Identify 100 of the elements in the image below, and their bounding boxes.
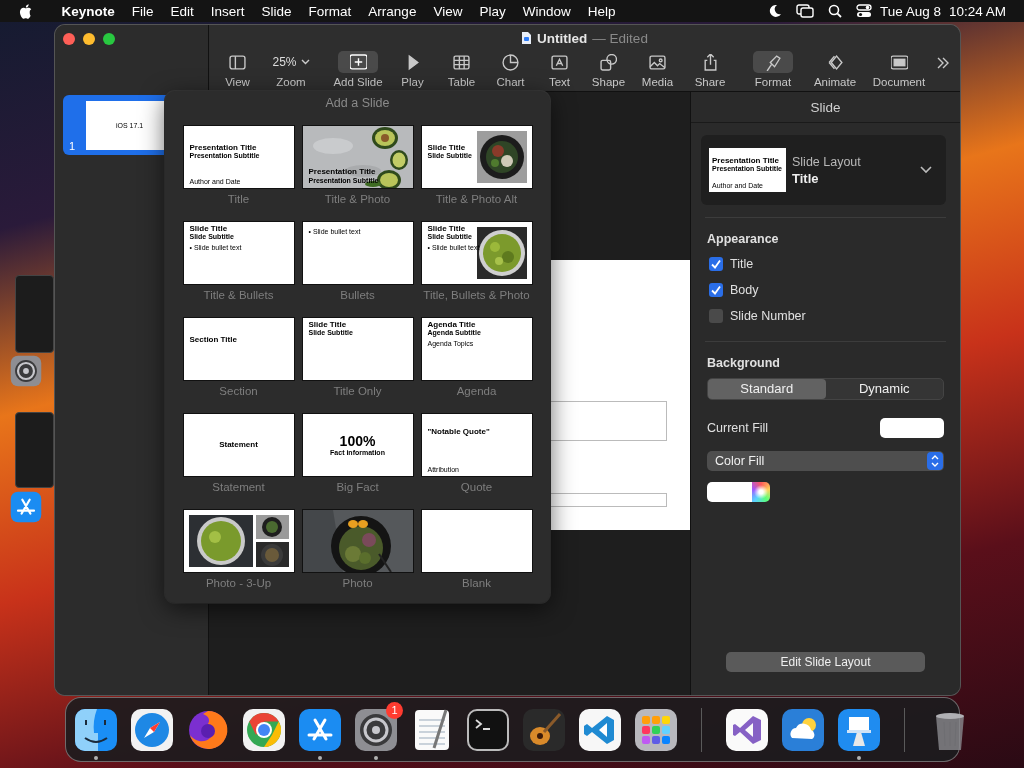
zoom-button[interactable] <box>103 33 115 45</box>
toolbar-button[interactable]: View <box>213 51 262 88</box>
thumbnail-text: "Notable Quote" <box>427 428 490 437</box>
color-well[interactable] <box>707 482 752 502</box>
face-icon[interactable] <box>74 707 118 752</box>
toolbar-button[interactable]: Add Slide <box>328 51 388 88</box>
document-status: — Edited <box>592 30 648 46</box>
toolbar-button[interactable]: Format <box>742 51 804 88</box>
shapes-icon <box>600 53 617 71</box>
thumbnail-text: Slide Title <box>427 225 466 234</box>
add-slide-icon <box>349 53 367 71</box>
settings-icon[interactable] <box>354 707 398 752</box>
cloud-sun-icon[interactable] <box>781 707 825 752</box>
notification-badge: 1 <box>386 701 403 719</box>
zoom-dropdown[interactable]: 25% <box>267 51 315 73</box>
paintbrush-icon <box>764 53 782 71</box>
edit-slide-layout-button[interactable]: Edit Slide Layout <box>726 652 925 672</box>
chevron-down-icon <box>920 166 932 174</box>
section-heading: Background <box>707 356 781 370</box>
moon-icon[interactable] <box>767 4 782 18</box>
app-menu[interactable]: Keynote <box>53 3 124 19</box>
layout-label: Big Fact <box>335 481 380 494</box>
menu-item[interactable]: View <box>424 3 471 19</box>
checkbox[interactable] <box>709 309 723 323</box>
toolbar-button[interactable]: Animate <box>804 51 866 88</box>
checkbox[interactable] <box>709 283 723 297</box>
window-thumbnail[interactable] <box>15 412 54 488</box>
code-editor-icon[interactable] <box>578 707 622 752</box>
toolbar-button[interactable]: Document <box>866 51 932 88</box>
toolbar-button[interactable]: Shape <box>584 51 633 88</box>
thumbnail-text: Statement <box>219 440 258 450</box>
toolbar-button[interactable]: Play <box>388 51 437 88</box>
color-wheel-icon[interactable] <box>752 482 770 502</box>
minimize-button[interactable] <box>83 33 95 45</box>
thumbnail-text: Presentation Title <box>712 157 779 166</box>
layout-thumbnail[interactable]: Section Title <box>183 318 294 380</box>
fill-swatch[interactable] <box>880 418 944 438</box>
segment-tab[interactable]: Standard <box>708 379 826 399</box>
close-button[interactable] <box>63 33 75 45</box>
toolbar-button[interactable]: Chart <box>486 51 535 88</box>
toolbar-button[interactable]: Media <box>633 51 682 88</box>
apple-logo-icon[interactable] <box>19 3 32 19</box>
menu-bar-time[interactable]: 10:24 AM <box>948 3 1006 19</box>
menu-bar-date[interactable]: Tue Aug 8 <box>879 3 941 19</box>
app-grid-icon[interactable] <box>634 707 678 752</box>
screen-mirroring-icon[interactable] <box>795 4 814 18</box>
document-icon <box>890 53 908 71</box>
menu-item[interactable]: Window <box>514 3 580 19</box>
window-title: Untitled <box>537 30 588 46</box>
layout-label: Statement <box>211 481 266 494</box>
menu-item[interactable]: File <box>123 3 163 19</box>
layout-thumbnail[interactable] <box>421 510 532 572</box>
more-chevrons-icon[interactable] <box>936 56 950 70</box>
settings-icon[interactable] <box>10 355 42 387</box>
menu-item[interactable]: Play <box>470 3 515 19</box>
compass-icon[interactable] <box>130 707 174 752</box>
document-icon <box>521 31 533 45</box>
menu-item[interactable]: Insert <box>202 3 254 19</box>
layout-name: Title <box>792 170 820 186</box>
menu-item[interactable]: Help <box>579 3 624 19</box>
checkbox-label: Slide Number <box>730 309 806 323</box>
share-icon <box>701 53 719 71</box>
window-thumbnail[interactable] <box>15 275 54 353</box>
segment-tab[interactable]: Dynamic <box>825 379 943 399</box>
podium-icon[interactable] <box>837 707 881 752</box>
thumbnail-text: Section Title <box>189 336 237 345</box>
menu-item[interactable]: Edit <box>162 3 203 19</box>
layout-thumbnail[interactable]: Statement <box>183 414 294 476</box>
caret-icon <box>300 59 310 65</box>
toolbar-button[interactable]: Share <box>682 51 738 88</box>
search-icon[interactable] <box>827 4 842 18</box>
toolbar-button[interactable]: Text <box>535 51 584 88</box>
popover-title: Add a Slide <box>325 96 390 110</box>
fill-type-dropdown[interactable]: Color Fill <box>707 451 944 471</box>
terminal-icon[interactable] <box>466 707 510 752</box>
layout-label: Blank <box>461 577 492 590</box>
layout-caption: Slide Layout <box>792 154 862 169</box>
thumbnail-text: Slide Title <box>308 321 347 330</box>
checkbox-label: Title <box>730 257 754 271</box>
menu-item[interactable]: Slide <box>253 3 301 19</box>
thumbnail-text: Agenda Title <box>427 321 476 330</box>
layout-label: Title & Photo Alt <box>434 193 519 206</box>
layout-label: Title & Bullets <box>202 289 275 302</box>
inspector-tab[interactable]: Slide <box>691 92 960 123</box>
guitar-icon[interactable] <box>522 707 566 752</box>
menu-item[interactable]: Format <box>300 3 360 19</box>
menu-item[interactable]: Arrange <box>359 3 425 19</box>
toolbar-button[interactable]: Table <box>437 51 486 88</box>
thumbnail-text: Presentation Title <box>308 168 376 177</box>
app-store-icon[interactable] <box>298 707 342 752</box>
layout-label: Photo - 3-Up <box>204 577 273 590</box>
control-center-icon[interactable] <box>855 4 872 18</box>
ring-globe-icon[interactable] <box>242 707 286 752</box>
toolbar-button[interactable]: 25% Zoom <box>262 51 320 88</box>
checkbox[interactable] <box>709 257 723 271</box>
layout-label: Section <box>218 385 259 398</box>
thumbnail-text: Slide Title <box>427 144 466 153</box>
checkbox-label: Body <box>730 283 759 297</box>
layout-label: Title & Photo <box>323 193 392 206</box>
ribbon-logo-icon[interactable] <box>725 707 769 752</box>
